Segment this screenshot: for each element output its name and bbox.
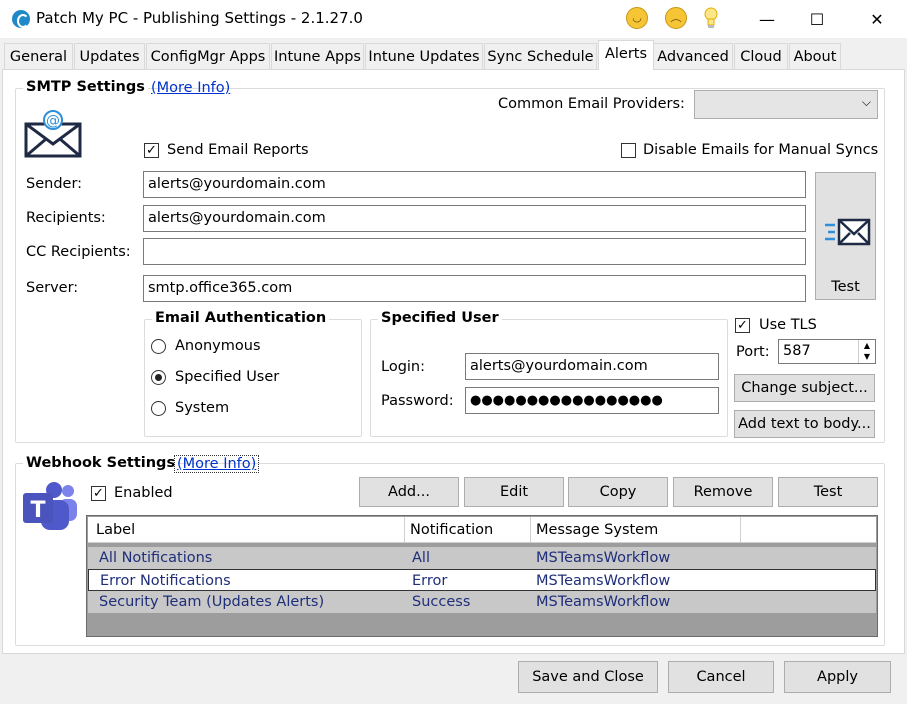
recipients-input[interactable]: alerts@yourdomain.com <box>143 205 806 232</box>
smtp-settings-title: SMTP Settings <box>23 79 148 95</box>
auth-system-radio[interactable] <box>151 401 166 416</box>
smtp-more-info-link[interactable]: (More Info) <box>151 80 230 96</box>
cc-recipients-input[interactable] <box>143 238 806 265</box>
webhook-enabled-label: Enabled <box>114 485 173 501</box>
apply-button[interactable]: Apply <box>784 661 891 693</box>
tab-updates[interactable]: Updates <box>74 43 145 69</box>
maximize-button[interactable]: ☐ <box>792 0 842 38</box>
chevron-down-icon: ⌵ <box>861 95 871 109</box>
send-email-reports-checkbox[interactable]: ✓ <box>144 143 159 158</box>
tab-intune-updates[interactable]: Intune Updates <box>365 43 483 69</box>
disable-manual-emails-checkbox[interactable] <box>621 143 636 158</box>
tab-general[interactable]: General <box>4 43 73 69</box>
password-input[interactable]: ●●●●●●●●●●●●●●●●● <box>465 387 719 414</box>
table-row[interactable]: Error Notifications Error MSTeamsWorkflo… <box>88 569 876 591</box>
sender-label: Sender: <box>26 176 83 192</box>
table-row[interactable]: Security Team (Updates Alerts) Success M… <box>88 591 876 613</box>
auth-system-label: System <box>175 400 230 416</box>
webhook-enabled-checkbox[interactable]: ✓ <box>91 486 106 501</box>
common-providers-label: Common Email Providers: <box>498 96 685 112</box>
row-system: MSTeamsWorkflow <box>536 573 671 589</box>
login-label: Login: <box>381 359 426 375</box>
send-email-reports-label: Send Email Reports <box>167 142 309 158</box>
smtp-test-button[interactable]: Test <box>815 172 876 300</box>
row-level: Error <box>412 573 448 589</box>
auth-anonymous-label: Anonymous <box>175 338 261 354</box>
title-bar: Patch My PC - Publishing Settings - 2.1.… <box>0 0 907 38</box>
svg-text:T: T <box>30 498 45 523</box>
cancel-button[interactable]: Cancel <box>668 661 774 693</box>
grid-header: Label Notification Level Message System <box>88 517 876 564</box>
send-mail-icon <box>825 218 871 246</box>
row-system: MSTeamsWorkflow <box>536 550 671 566</box>
row-level: Success <box>412 594 471 610</box>
row-level: All <box>412 550 430 566</box>
email-auth-title: Email Authentication <box>152 310 330 326</box>
disable-manual-emails-label: Disable Emails for Manual Syncs <box>643 142 879 158</box>
webhook-add-button[interactable]: Add... <box>359 477 459 507</box>
add-text-to-body-button[interactable]: Add text to body... <box>734 410 875 438</box>
port-spinner[interactable]: ▲ ▼ <box>858 340 875 363</box>
auth-specified-user-radio[interactable] <box>151 370 166 385</box>
column-header-label[interactable]: Label <box>88 517 405 543</box>
smtp-test-label: Test <box>831 279 860 295</box>
webhook-copy-button[interactable]: Copy <box>568 477 668 507</box>
row-label: Error Notifications <box>100 573 231 589</box>
window-title: Patch My PC - Publishing Settings - 2.1.… <box>36 9 363 27</box>
change-subject-button[interactable]: Change subject... <box>734 374 875 402</box>
tab-advanced[interactable]: Advanced <box>653 43 733 69</box>
row-system: MSTeamsWorkflow <box>536 594 671 610</box>
column-header-message-system[interactable]: Message System <box>531 517 741 543</box>
port-label: Port: <box>736 344 770 360</box>
port-value: 587 <box>783 343 811 359</box>
tab-sync-schedule[interactable]: Sync Schedule <box>484 43 597 69</box>
tab-alerts[interactable]: Alerts <box>598 40 654 70</box>
app-logo-icon <box>12 10 30 28</box>
specified-user-title: Specified User <box>378 310 502 326</box>
password-label: Password: <box>381 393 454 409</box>
lightbulb-icon[interactable] <box>703 7 719 29</box>
server-input[interactable]: smtp.office365.com <box>143 275 806 302</box>
row-label: All Notifications <box>99 550 213 566</box>
row-label: Security Team (Updates Alerts) <box>99 594 325 610</box>
happy-face-icon[interactable]: ◡ <box>626 7 648 29</box>
webhook-settings-title: Webhook Settings <box>23 455 179 471</box>
cc-recipients-label: CC Recipients: <box>26 244 131 260</box>
webhook-remove-button[interactable]: Remove <box>673 477 773 507</box>
microsoft-teams-icon: T <box>23 482 77 530</box>
server-label: Server: <box>26 280 79 296</box>
tab-cloud[interactable]: Cloud <box>734 43 788 69</box>
auth-specified-user-label: Specified User <box>175 369 280 385</box>
tab-about[interactable]: About <box>789 43 841 69</box>
save-and-close-button[interactable]: Save and Close <box>518 661 658 693</box>
webhook-grid: Label Notification Level Message System … <box>86 515 878 637</box>
tab-intune-apps[interactable]: Intune Apps <box>271 43 364 69</box>
port-input[interactable]: 587 ▲ ▼ <box>778 339 876 364</box>
login-input[interactable]: alerts@yourdomain.com <box>465 353 719 380</box>
svg-text:@: @ <box>46 113 60 129</box>
column-header-notification-level[interactable]: Notification Level <box>405 517 531 564</box>
table-row[interactable]: All Notifications All MSTeamsWorkflow <box>88 547 876 569</box>
use-tls-checkbox[interactable]: ✓ <box>735 318 750 333</box>
email-envelope-icon: @ <box>24 110 82 158</box>
use-tls-label: Use TLS <box>759 317 817 333</box>
close-button[interactable]: ✕ <box>852 0 902 38</box>
tab-configmgr-apps[interactable]: ConfigMgr Apps <box>146 43 270 69</box>
recipients-label: Recipients: <box>26 210 106 226</box>
webhook-edit-button[interactable]: Edit <box>464 477 564 507</box>
minimize-button[interactable]: — <box>742 0 792 38</box>
common-providers-dropdown[interactable]: ⌵ <box>694 90 878 119</box>
webhook-more-info-link[interactable]: (More Info) <box>174 455 260 473</box>
sender-input[interactable]: alerts@yourdomain.com <box>143 171 806 198</box>
auth-anonymous-radio[interactable] <box>151 339 166 354</box>
sad-face-icon[interactable]: ︵ <box>665 7 687 29</box>
webhook-test-button[interactable]: Test <box>778 477 878 507</box>
